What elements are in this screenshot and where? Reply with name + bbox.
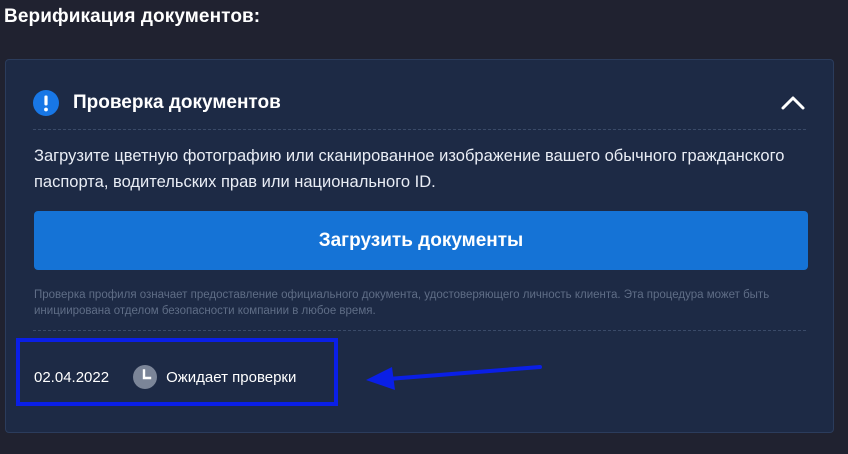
status-divider <box>33 330 806 331</box>
header-divider <box>33 129 806 130</box>
card-header-title: Проверка документов <box>73 92 281 113</box>
upload-instructions: Загрузите цветную фотографию или сканиро… <box>34 147 785 191</box>
card-header[interactable]: Проверка документов <box>33 89 806 117</box>
exclamation-icon <box>33 90 59 116</box>
page-title: Верификация документов: <box>4 6 261 27</box>
chevron-up-icon[interactable] <box>780 94 806 112</box>
upload-documents-button[interactable]: Загрузить документы <box>34 211 808 270</box>
annotation-arrow-icon <box>366 365 542 390</box>
verification-note: Проверка профиля означает предоставление… <box>34 289 770 317</box>
annotation-highlight-box <box>16 338 338 406</box>
